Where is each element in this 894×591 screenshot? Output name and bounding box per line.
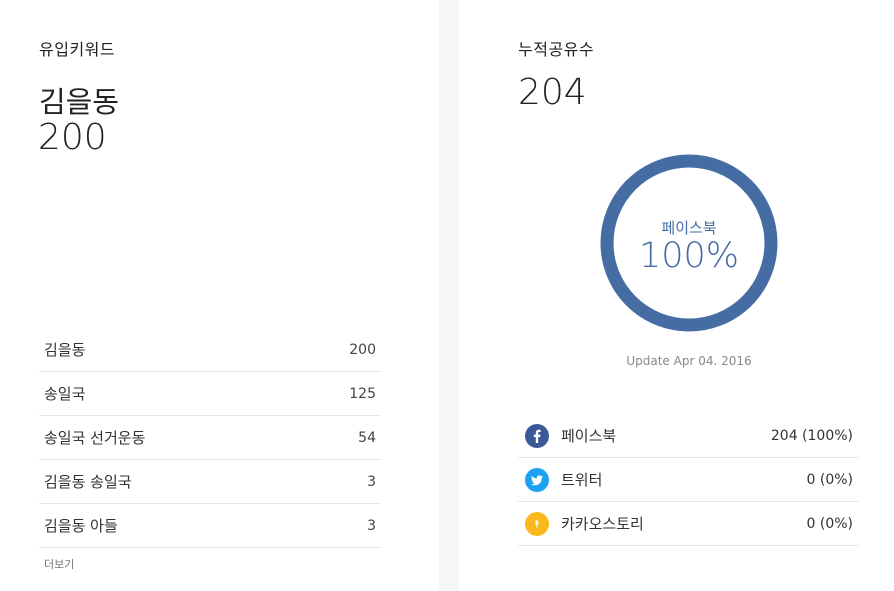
donut-label: 페이스북 xyxy=(661,219,717,237)
sns-row-facebook[interactable]: 페이스북 204 (100%) xyxy=(518,414,859,458)
twitter-icon xyxy=(525,467,549,492)
keyword-row-name: 김을동 송일국 xyxy=(44,473,132,491)
keyword-row-name: 송일국 선거운동 xyxy=(44,429,146,447)
donut-percent: 100% xyxy=(638,236,740,276)
sns-row-kakaostory[interactable]: 카카오스토리 0 (0%) xyxy=(518,502,859,546)
keyword-row-value: 200 xyxy=(349,341,376,358)
kakaostory-icon xyxy=(525,511,549,536)
sns-name: 페이스북 xyxy=(561,427,617,445)
keyword-row-value: 125 xyxy=(349,385,376,402)
keyword-row[interactable]: 송일국 125 xyxy=(39,372,380,416)
sns-value: 204 (100%) xyxy=(770,427,853,444)
shares-title: 누적공유수 xyxy=(518,40,595,59)
keyword-row[interactable]: 송일국 선거운동 54 xyxy=(39,416,380,460)
keyword-row[interactable]: 김을동 송일국 3 xyxy=(39,460,380,504)
more-link[interactable]: 더보기 xyxy=(44,556,74,572)
keyword-list: 김을동 200 송일국 125 송일국 선거운동 54 김을동 송일국 3 김을… xyxy=(39,328,380,548)
panel-divider xyxy=(439,0,459,591)
keyword-row-value: 54 xyxy=(358,429,376,446)
keyword-row[interactable]: 김을동 200 xyxy=(39,328,380,372)
shares-panel: 누적공유수 204 페이스북 100% Update Apr 04. 2016 … xyxy=(459,0,894,591)
sns-value: 0 (0%) xyxy=(806,471,854,488)
keyword-row-name: 김을동 xyxy=(44,341,86,359)
keyword-row-value: 3 xyxy=(367,473,376,490)
sns-row-twitter[interactable]: 트위터 0 (0%) xyxy=(518,458,859,502)
keywords-title: 유입키워드 xyxy=(39,40,116,59)
keywords-panel: 유입키워드 김을동 200 김을동 200 송일국 125 송일국 선거운동 5… xyxy=(0,0,439,591)
sns-name: 트위터 xyxy=(561,471,603,489)
top-keyword-count: 200 xyxy=(38,117,107,158)
keyword-row[interactable]: 김을동 아들 3 xyxy=(39,504,380,548)
facebook-icon xyxy=(525,423,549,448)
sns-name: 카카오스토리 xyxy=(561,515,644,533)
update-timestamp: Update Apr 04. 2016 xyxy=(626,354,752,368)
share-total: 204 xyxy=(518,72,587,113)
top-keyword-name: 김을동 xyxy=(39,85,120,119)
sns-value: 0 (0%) xyxy=(806,515,854,532)
keyword-row-value: 3 xyxy=(367,517,376,534)
sns-share-list: 페이스북 204 (100%) 트위터 0 (0%) 카카오스토리 0 (0%) xyxy=(518,414,859,546)
keyword-row-name: 김을동 아들 xyxy=(44,517,118,535)
keyword-row-name: 송일국 xyxy=(44,385,86,403)
